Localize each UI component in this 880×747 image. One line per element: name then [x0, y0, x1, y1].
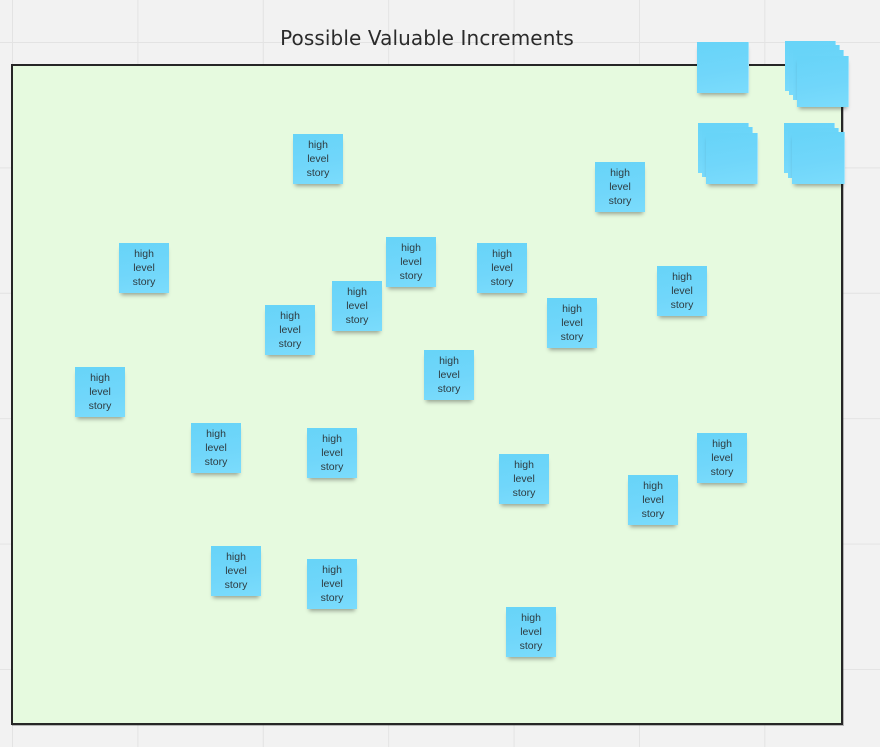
sticky-note[interactable]: high level story: [595, 162, 645, 212]
sticky-note-text: high level story: [204, 428, 228, 468]
sticky-note[interactable]: high level story: [332, 281, 382, 331]
sticky-note[interactable]: high level story: [119, 243, 169, 293]
sticky-note[interactable]: high level story: [265, 305, 315, 355]
sticky-note-text: high level story: [320, 433, 344, 473]
sticky-note[interactable]: high level story: [628, 475, 678, 525]
sticky-note-text: high level story: [490, 248, 514, 288]
sticky-note[interactable]: high level story: [547, 298, 597, 348]
sticky-note-text: high level story: [320, 564, 344, 604]
sticky-note-text: high level story: [345, 286, 369, 326]
sticky-note[interactable]: high level story: [657, 266, 707, 316]
sticky-note-text: high level story: [608, 167, 632, 207]
sticky-note[interactable]: high level story: [191, 423, 241, 473]
sticky-note-text: high level story: [88, 372, 112, 412]
sticky-note-text: high level story: [132, 248, 156, 288]
sticky-note-text: high level story: [512, 459, 536, 499]
blank-sticky-note[interactable]: [797, 56, 849, 107]
sticky-note-text: high level story: [437, 355, 461, 395]
blank-sticky-note[interactable]: [706, 133, 758, 184]
sticky-note-text: high level story: [710, 438, 734, 478]
sticky-note-text: high level story: [560, 303, 584, 343]
sticky-note-text: high level story: [641, 480, 665, 520]
sticky-note[interactable]: high level story: [293, 134, 343, 184]
sticky-note[interactable]: high level story: [386, 237, 436, 287]
sticky-note-text: high level story: [670, 271, 694, 311]
sticky-note[interactable]: high level story: [75, 367, 125, 417]
blank-sticky-note[interactable]: [697, 42, 749, 93]
sticky-note-text: high level story: [519, 612, 543, 652]
sticky-note[interactable]: high level story: [477, 243, 527, 293]
sticky-note[interactable]: high level story: [307, 559, 357, 609]
sticky-note[interactable]: high level story: [697, 433, 747, 483]
sticky-note[interactable]: high level story: [499, 454, 549, 504]
sticky-note[interactable]: high level story: [211, 546, 261, 596]
sticky-note[interactable]: high level story: [307, 428, 357, 478]
sticky-note-text: high level story: [306, 139, 330, 179]
blank-sticky-note[interactable]: [792, 132, 845, 184]
sticky-note-text: high level story: [224, 551, 248, 591]
sticky-note[interactable]: high level story: [424, 350, 474, 400]
sticky-note-text: high level story: [399, 242, 423, 282]
sticky-note[interactable]: high level story: [506, 607, 556, 657]
sticky-note-text: high level story: [278, 310, 302, 350]
